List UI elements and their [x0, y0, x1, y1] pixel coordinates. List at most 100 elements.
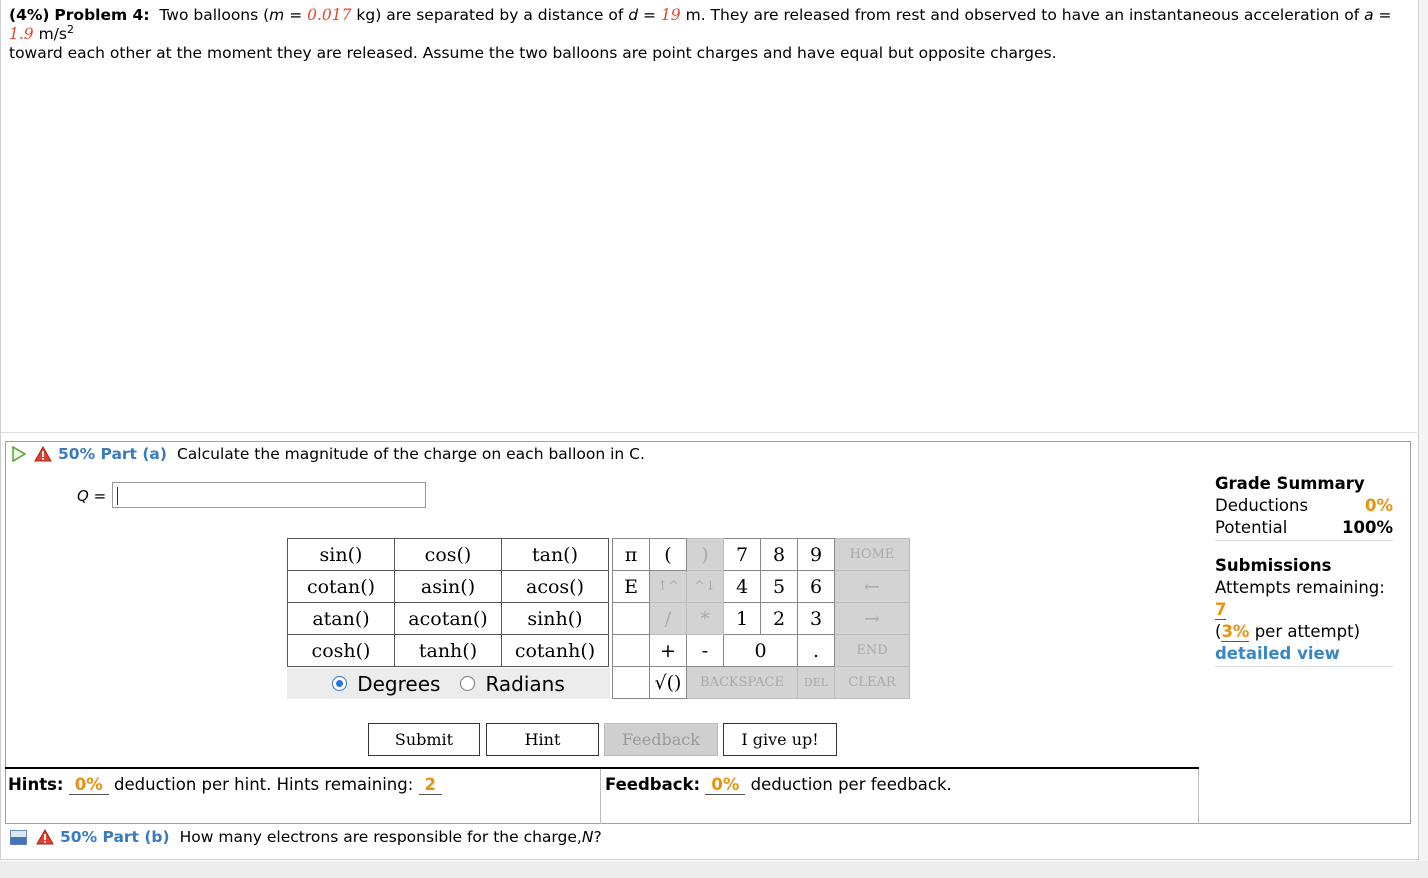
sin-key[interactable]: sin() [287, 538, 395, 571]
hints-line: Hints: 0% deduction per hint. Hints rema… [8, 775, 442, 795]
part-b-question: How many electrons are responsible for t… [179, 828, 582, 846]
backspace-key[interactable]: BACKSPACE [686, 666, 798, 699]
up-key[interactable]: ↑^ [649, 570, 687, 603]
degrees-radio[interactable] [332, 676, 348, 691]
feedback-text: deduction per feedback. [745, 775, 952, 794]
atan-key[interactable]: atan() [287, 602, 395, 635]
blank-key [612, 666, 650, 699]
per-attempt-text: per attempt) [1249, 622, 1361, 641]
right-paren-key[interactable]: ) [686, 538, 724, 571]
cos-key[interactable]: cos() [394, 538, 502, 571]
potential-value: 100% [1342, 518, 1393, 537]
grade-separator [1215, 666, 1393, 667]
per-attempt-value: 3% [1221, 622, 1250, 642]
key-1[interactable]: 1 [723, 602, 761, 635]
deductions-label: Deductions [1215, 496, 1309, 515]
hint-deduction: 0% [68, 776, 109, 795]
feedback-button[interactable]: Feedback [604, 723, 718, 756]
left-paren-key[interactable]: ( [649, 538, 687, 571]
radians-label[interactable]: Radians [485, 672, 564, 696]
cotan-key[interactable]: cotan() [287, 570, 395, 603]
problem-text-2: kg) are separated by a distance of [351, 6, 629, 24]
feedback-deduction: 0% [705, 776, 746, 795]
cosh-key[interactable]: cosh() [287, 634, 395, 667]
give-up-button[interactable]: I give up! [723, 723, 837, 756]
accel-unit: m/s [33, 25, 67, 43]
right-arrow-key[interactable]: → [834, 602, 910, 635]
key-0[interactable]: 0 [723, 634, 798, 667]
eq-sign: = [1373, 6, 1392, 24]
acos-key[interactable]: acos() [501, 570, 609, 603]
degrees-label[interactable]: Degrees [357, 672, 440, 696]
accel-var: a [1364, 6, 1374, 24]
e-key[interactable]: E [612, 570, 650, 603]
down-key[interactable]: ^↓ [686, 570, 724, 603]
part-a-question: Calculate the magnitude of the charge on… [176, 445, 645, 463]
key-8[interactable]: 8 [760, 538, 798, 571]
mass-value: 0.017 [307, 6, 352, 24]
distance-var: d [628, 6, 639, 24]
home-key[interactable]: HOME [834, 538, 910, 571]
submissions-title: Submissions [1215, 556, 1332, 575]
answer-label: Q = [77, 487, 106, 505]
minus-key[interactable]: - [686, 634, 724, 667]
divide-key[interactable]: / [649, 602, 687, 635]
cotanh-key[interactable]: cotanh() [501, 634, 609, 667]
problem-statement: (4%) Problem 4: Two balloons (m = 0.017 … [9, 6, 1409, 63]
accel-value: 1.9 [9, 25, 34, 43]
attempts-line: Attempts remaining: 7 [1215, 577, 1393, 621]
collapsed-panel-icon[interactable] [10, 829, 27, 845]
potential-label: Potential [1215, 518, 1288, 537]
sqrt-key[interactable]: √() [649, 666, 687, 699]
asin-key[interactable]: asin() [394, 570, 502, 603]
hints-text: deduction per hint. Hints remaining: [108, 775, 419, 794]
potential-row: Potential 100% [1215, 517, 1393, 539]
acotan-key[interactable]: acotan() [394, 602, 502, 635]
problem-text-4: toward each other at the moment they are… [9, 44, 1057, 62]
blank-key [612, 602, 650, 635]
problem-text-3: m. They are released from rest and obser… [680, 6, 1365, 24]
radians-radio[interactable] [460, 676, 476, 691]
problem-weight: (4%) [9, 6, 50, 24]
multiply-key[interactable]: * [686, 602, 724, 635]
key-3[interactable]: 3 [797, 602, 835, 635]
answer-input[interactable] [112, 482, 426, 508]
part-a-header: 50% Part (a) Calculate the magnitude of … [12, 445, 645, 463]
answer-eq: = [88, 487, 107, 505]
hints-label: Hints: [8, 775, 64, 794]
end-key[interactable]: END [834, 634, 910, 667]
eq-sign: = [284, 6, 308, 24]
part-b-header: 50% Part (b) How many electrons are resp… [10, 828, 602, 846]
vertical-scrollbar[interactable] [1419, 0, 1428, 861]
accel-unit-exponent: 2 [66, 22, 74, 36]
sinh-key[interactable]: sinh() [501, 602, 609, 635]
left-arrow-key[interactable]: ← [834, 570, 910, 603]
hints-feedback-divider [600, 769, 601, 824]
key-4[interactable]: 4 [723, 570, 761, 603]
del-key[interactable]: DEL [797, 666, 835, 699]
pi-key[interactable]: π [612, 538, 650, 571]
key-9[interactable]: 9 [797, 538, 835, 571]
part-a-percent: 50% Part (a) [58, 445, 167, 463]
key-6[interactable]: 6 [797, 570, 835, 603]
detailed-view-link[interactable]: detailed view [1215, 643, 1393, 665]
warning-icon [34, 446, 52, 462]
attempts-label: Attempts remaining: [1215, 578, 1385, 597]
hint-button[interactable]: Hint [486, 723, 599, 756]
dot-key[interactable]: . [797, 634, 835, 667]
distance-value: 19 [660, 6, 681, 24]
tanh-key[interactable]: tanh() [394, 634, 502, 667]
deductions-row: Deductions 0% [1215, 495, 1393, 517]
attempts-value: 7 [1215, 600, 1227, 620]
tan-key[interactable]: tan() [501, 538, 609, 571]
clear-key[interactable]: CLEAR [834, 666, 910, 699]
key-2[interactable]: 2 [760, 602, 798, 635]
warning-icon [36, 829, 54, 845]
submit-button[interactable]: Submit [368, 723, 480, 756]
key-5[interactable]: 5 [760, 570, 798, 603]
plus-key[interactable]: + [649, 634, 687, 667]
hints-remaining: 2 [418, 776, 442, 795]
key-7[interactable]: 7 [723, 538, 761, 571]
play-triangle-icon[interactable] [12, 446, 26, 462]
blank-key [612, 634, 650, 667]
